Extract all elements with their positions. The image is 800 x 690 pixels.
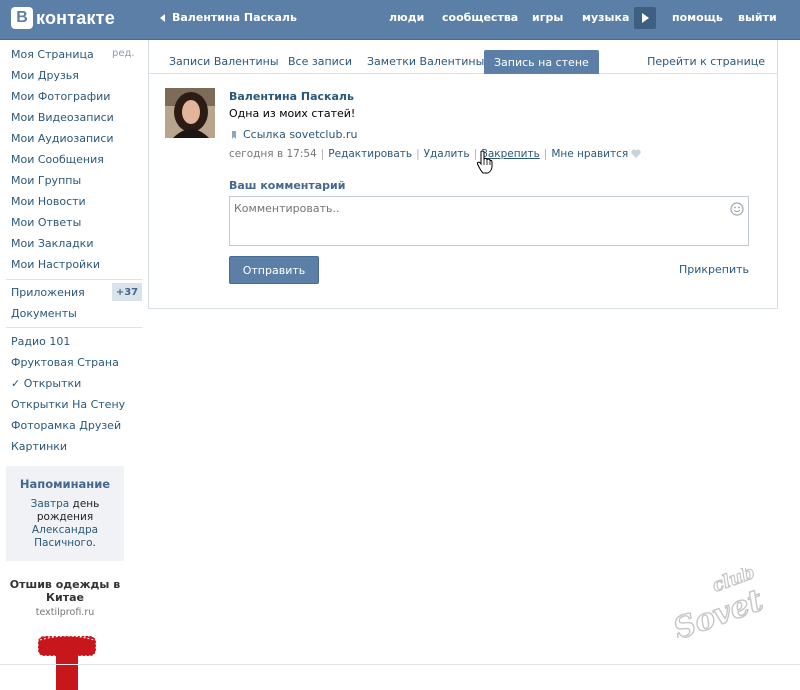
menu-my-audio[interactable]: Мои Аудиозаписи	[11, 132, 114, 145]
go-to-page-link[interactable]: Перейти к странице	[647, 55, 765, 68]
author-avatar[interactable]	[165, 88, 215, 138]
post-text: Одна из моих статей!	[229, 107, 356, 120]
tab-user-notes[interactable]: Заметки Валентины	[367, 55, 484, 68]
reminder-text: Завтра день рождения Александра Пасичног…	[16, 498, 114, 550]
apps-count-badge[interactable]: +37	[112, 283, 142, 301]
menu-edit-link[interactable]: ред.	[112, 48, 135, 59]
hand-cursor-icon	[476, 150, 493, 174]
reminder-friend-last-name[interactable]: Пасичного	[34, 537, 92, 549]
menu-my-photos[interactable]: Мои Фотографии	[11, 90, 110, 103]
post-edit-link[interactable]: Редактировать	[328, 148, 412, 160]
ad-title[interactable]: Отшив одежды в Китае	[6, 578, 124, 604]
tabs-bar: Записи Валентины Все записи Заметки Вале…	[149, 40, 777, 74]
back-arrow-icon	[160, 13, 165, 22]
menu-my-messages[interactable]: Мои Сообщения	[11, 153, 104, 166]
wall-post-panel: Записи Валентины Все записи Заметки Вале…	[148, 40, 778, 309]
bottom-divider	[0, 664, 800, 665]
comment-label: Ваш комментарий	[229, 179, 346, 192]
app-pictures[interactable]: Картинки	[11, 440, 67, 453]
tab-wall-post[interactable]: Запись на стене	[484, 50, 599, 74]
reminder-day-text: день	[69, 498, 100, 510]
reminder-birthday-text: рождения	[36, 511, 94, 523]
menu-apps[interactable]: Приложения	[11, 286, 85, 299]
tab-all-posts[interactable]: Все записи	[288, 55, 352, 68]
ad-domain: textilprofi.ru	[35, 607, 95, 618]
app-postcards[interactable]: ✓ Открытки	[11, 377, 81, 390]
link-icon	[232, 130, 236, 139]
reminder-dot: .	[92, 537, 96, 549]
menu-documents[interactable]: Документы	[11, 307, 77, 320]
attach-link[interactable]: Прикрепить	[679, 263, 749, 276]
vk-logo[interactable]: В контакте	[11, 7, 115, 29]
app-wall-postcards[interactable]: Открытки На Стену	[11, 398, 125, 411]
post-attached-link[interactable]: Ссылка sovetclub.ru	[229, 128, 357, 141]
play-icon	[642, 13, 649, 23]
nav-people[interactable]: люди	[389, 11, 424, 24]
nav-logout[interactable]: выйти	[738, 11, 777, 24]
post-author[interactable]: Валентина Паскаль	[229, 90, 354, 103]
smiley-icon[interactable]	[730, 202, 744, 216]
heart-icon[interactable]	[631, 149, 641, 158]
music-play-button[interactable]	[634, 7, 656, 29]
nav-music[interactable]: музыка	[582, 11, 629, 24]
menu-my-videos[interactable]: Мои Видеозаписи	[11, 111, 114, 124]
sidebar-ad[interactable]: Отшив одежды в Китае textilprofi.ru	[6, 578, 124, 690]
app-radio[interactable]: Радио 101	[11, 335, 70, 348]
top-header: В контакте Валентина Паскаль люди сообще…	[0, 0, 800, 40]
menu-divider	[6, 327, 142, 328]
menu-my-bookmarks[interactable]: Мои Закладки	[11, 237, 93, 250]
post-delete-link[interactable]: Удалить	[424, 148, 470, 160]
nav-help[interactable]: помощь	[672, 11, 723, 24]
menu-my-page[interactable]: Моя Страница	[11, 48, 94, 61]
birthday-reminder: Напоминание Завтра день рождения Алексан…	[6, 466, 124, 561]
menu-my-groups[interactable]: Мои Группы	[11, 174, 81, 187]
menu-my-answers[interactable]: Мои Ответы	[11, 216, 81, 229]
nav-games[interactable]: игры	[532, 11, 563, 24]
app-friends-frame[interactable]: Фоторамка Друзей	[11, 419, 121, 432]
menu-my-news[interactable]: Мои Новости	[11, 195, 86, 208]
tab-user-posts[interactable]: Записи Валентины	[169, 55, 279, 68]
post-time: сегодня в 17:54	[229, 148, 317, 160]
send-comment-button[interactable]: Отправить	[229, 256, 319, 284]
reminder-friend-first-name[interactable]: Александра	[32, 524, 98, 536]
reminder-title: Напоминание	[19, 477, 111, 491]
reminder-tomorrow-link[interactable]: Завтра	[31, 498, 70, 510]
logo-mark: В	[11, 7, 33, 29]
comment-box	[229, 196, 749, 251]
sovetclub-watermark: club Sovet	[668, 568, 768, 638]
menu-divider	[6, 279, 142, 280]
menu-my-friends[interactable]: Мои Друзья	[11, 69, 79, 82]
post-link-text: Ссылка sovetclub.ru	[243, 128, 358, 141]
back-to-user-link[interactable]: Валентина Паскаль	[160, 11, 297, 24]
nav-communities[interactable]: сообщества	[442, 11, 518, 24]
app-fruit-country[interactable]: Фруктовая Страна	[11, 356, 119, 369]
back-user-name: Валентина Паскаль	[172, 11, 297, 24]
menu-my-settings[interactable]: Мои Настройки	[11, 258, 100, 271]
ad-image[interactable]	[34, 630, 100, 690]
post-like-link[interactable]: Мне нравится	[551, 148, 628, 160]
post-meta: сегодня в 17:54 | Редактировать | Удалить | За…	[229, 148, 641, 160]
logo-text: контакте	[36, 7, 115, 28]
comment-input[interactable]	[230, 197, 728, 251]
